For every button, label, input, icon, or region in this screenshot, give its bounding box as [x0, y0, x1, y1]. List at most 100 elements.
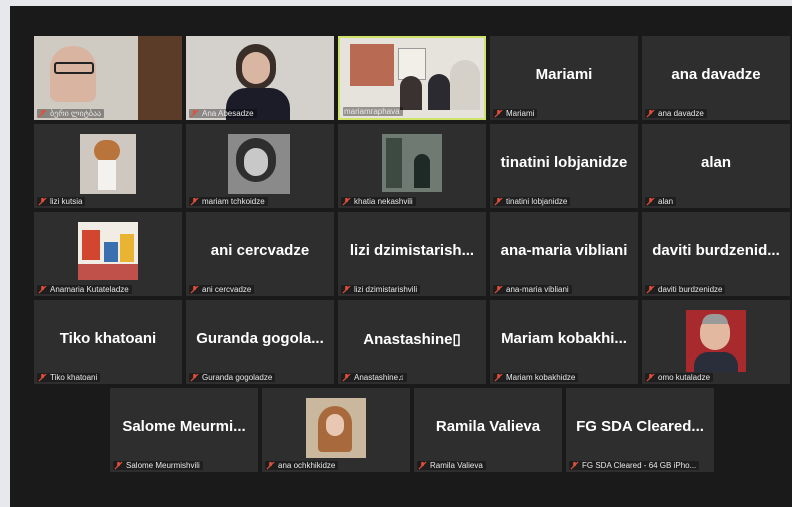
participant-label-1: ბერი ლიტბაა: [37, 109, 105, 118]
participant-name: Anastashine♫: [354, 373, 405, 382]
participant-tile-23[interactable]: Ramila Valieva Ramila Valieva: [414, 388, 562, 472]
participant-display-name: lizi dzimistarish...: [349, 242, 475, 259]
muted-mic-icon: [190, 373, 199, 382]
bookshelf-background: [138, 36, 182, 120]
muted-mic-icon: [38, 285, 47, 294]
participant-display-name: alan: [700, 154, 731, 171]
yellow-object: [120, 234, 134, 262]
muted-mic-icon: [38, 109, 47, 118]
participant-tile-19[interactable]: Mariam kobakhi... Mariam kobakhidze: [490, 300, 638, 384]
participant-label-8: khatia nekashvili: [341, 197, 416, 206]
muted-mic-icon: [646, 285, 655, 294]
table: [78, 264, 138, 280]
participant-tile-17[interactable]: Guranda gogola... Guranda gogoladze: [186, 300, 334, 384]
muted-mic-icon: [190, 197, 199, 206]
muted-mic-icon: [494, 285, 503, 294]
participant-tile-16[interactable]: Tiko khatoani Tiko khatoani: [34, 300, 182, 384]
participant-label-2: Ana Abesadze: [189, 109, 257, 118]
participant-tile-20[interactable]: omo kutaladze: [642, 300, 790, 384]
participant-label-21: Salome Meurmishvili: [113, 461, 203, 470]
participant-name: tinatini lobjanidze: [506, 197, 568, 206]
participant-display-name: Mariam kobakhi...: [501, 330, 627, 347]
participant-label-17: Guranda gogoladze: [189, 373, 276, 382]
person-2: [428, 74, 450, 110]
participant-tile-5[interactable]: ana davadze ana davadze: [642, 36, 790, 120]
participant-name: Mariam kobakhidze: [506, 373, 576, 382]
video-gallery: ბერი ლიტბაა Ana Abesadze mariamraphava M…: [10, 6, 792, 507]
participant-name: Ramila Valieva: [430, 461, 483, 470]
participant-name: Salome Meurmishvili: [126, 461, 200, 470]
participant-name: ana davadze: [658, 109, 704, 118]
participant-name: alan: [658, 197, 674, 206]
participant-label-16: Tiko khatoani: [37, 373, 101, 382]
participant-tile-4[interactable]: Mariami Mariami: [490, 36, 638, 120]
participant-label-5: ana davadze: [645, 109, 707, 118]
participant-label-12: ani cercvadze: [189, 285, 255, 294]
participant-tile-15[interactable]: daviti burdzenid... daviti burdzenidze: [642, 212, 790, 296]
participant-tile-18[interactable]: Anastashine▯ Anastashine♫: [338, 300, 486, 384]
participant-label-3: mariamraphava: [343, 107, 403, 116]
participant-name: mariam tchkoidze: [202, 197, 265, 206]
person-hair: [94, 140, 120, 162]
participant-display-name: ani cercvadze: [210, 242, 310, 259]
participant-label-9: tinatini lobjanidze: [493, 197, 571, 206]
muted-mic-icon: [266, 461, 275, 470]
participant-tile-3-active-speaker[interactable]: mariamraphava: [338, 36, 486, 120]
muted-mic-icon: [114, 461, 123, 470]
person-face: [50, 46, 96, 102]
participant-tile-2[interactable]: Ana Abesadze: [186, 36, 334, 120]
muted-mic-icon: [38, 197, 47, 206]
muted-mic-icon: [342, 373, 351, 382]
participant-label-22: ana ochkhikidze: [265, 461, 339, 470]
person-3: [450, 60, 480, 110]
participant-name: mariamraphava: [344, 107, 400, 116]
participant-name: daviti burdzenidze: [658, 285, 723, 294]
participant-label-24: FG SDA Cleared - 64 GB iPho...: [569, 461, 700, 470]
muted-mic-icon: [418, 461, 427, 470]
participant-tile-12[interactable]: ani cercvadze ani cercvadze: [186, 212, 334, 296]
participant-label-7: mariam tchkoidze: [189, 197, 268, 206]
participant-display-name: daviti burdzenid...: [652, 242, 780, 259]
muted-mic-icon: [646, 373, 655, 382]
person-dress: [98, 160, 116, 190]
participant-tile-1[interactable]: ბერი ლიტბაა: [34, 36, 182, 120]
participant-tile-11[interactable]: Anamaria Kutateladze: [34, 212, 182, 296]
participant-display-name: Anastashine▯: [363, 331, 461, 348]
muted-mic-icon: [38, 373, 47, 382]
participant-tile-6[interactable]: lizi kutsia: [34, 124, 182, 208]
participant-name: lizi dzimistarishvili: [354, 285, 418, 294]
participant-name: khatia nekashvili: [354, 197, 413, 206]
participant-display-name: Mariami: [535, 66, 593, 83]
tree: [386, 138, 402, 188]
participant-display-name: tinatini lobjanidze: [500, 154, 628, 171]
participant-name: Anamaria Kutateladze: [50, 285, 129, 294]
participant-tile-13[interactable]: lizi dzimistarish... lizi dzimistarishvi…: [338, 212, 486, 296]
participant-name: ana ochkhikidze: [278, 461, 336, 470]
glasses: [54, 62, 94, 74]
muted-mic-icon: [494, 373, 503, 382]
participant-label-18: Anastashine♫: [341, 373, 408, 382]
muted-mic-icon: [494, 197, 503, 206]
participant-tile-14[interactable]: ana-maria vibliani ana-maria vibliani: [490, 212, 638, 296]
participant-name: ბერი ლიტბაა: [50, 109, 102, 118]
participant-label-23: Ramila Valieva: [417, 461, 486, 470]
participant-name: FG SDA Cleared - 64 GB iPho...: [582, 461, 697, 470]
muted-mic-icon: [646, 109, 655, 118]
participant-tile-24[interactable]: FG SDA Cleared... FG SDA Cleared - 64 GB…: [566, 388, 714, 472]
participant-display-name: FG SDA Cleared...: [576, 418, 704, 435]
person: [414, 154, 430, 188]
person-face: [326, 414, 344, 436]
participant-tile-9[interactable]: tinatini lobjanidze tinatini lobjanidze: [490, 124, 638, 208]
participant-tile-10[interactable]: alan alan: [642, 124, 790, 208]
participant-tile-7[interactable]: mariam tchkoidze: [186, 124, 334, 208]
participant-tile-8[interactable]: khatia nekashvili: [338, 124, 486, 208]
participant-tile-22[interactable]: ana ochkhikidze: [262, 388, 410, 472]
participant-display-name: ana davadze: [671, 66, 761, 83]
muted-mic-icon: [342, 285, 351, 294]
blue-object: [104, 242, 118, 262]
participant-display-name: Salome Meurmi...: [122, 418, 246, 435]
participant-label-19: Mariam kobakhidze: [493, 373, 579, 382]
person-1: [400, 76, 422, 110]
participant-tile-21[interactable]: Salome Meurmi... Salome Meurmishvili: [110, 388, 258, 472]
participant-label-13: lizi dzimistarishvili: [341, 285, 421, 294]
